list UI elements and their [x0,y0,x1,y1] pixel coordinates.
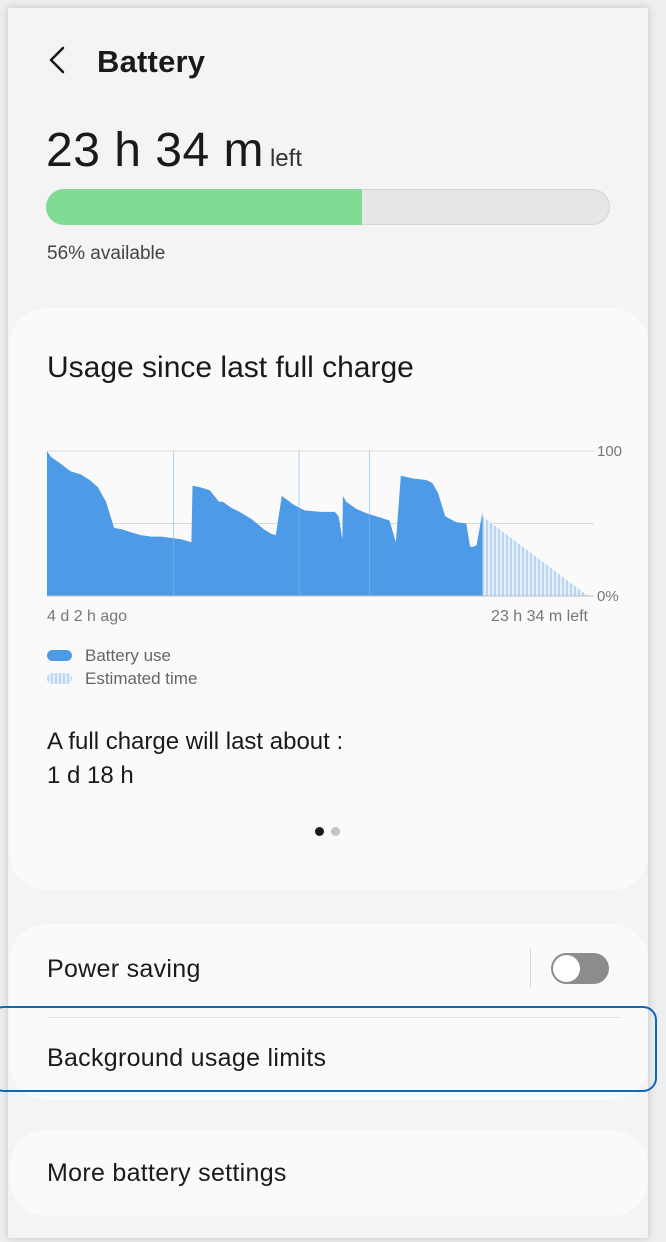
legend-label-estimated-time: Estimated time [85,668,198,688]
full-charge-value: 1 d 18 h [47,762,134,789]
chevron-left-icon[interactable] [44,45,70,75]
more-battery-settings-card[interactable]: More battery settings [10,1130,648,1216]
background-usage-limits-item[interactable]: Background usage limits [47,1044,326,1073]
page-indicator [315,827,340,836]
x-start-label: 4 d 2 h ago [47,608,127,625]
y-tick-label-bottom: 0% [597,588,619,605]
time-remaining-value: 23 h 34 m [46,124,264,177]
y-tick-label-top: 100 [597,443,622,460]
power-saving-toggle[interactable] [551,953,609,984]
page-title: Battery [97,44,206,79]
legend-item-battery-use: Battery use [47,644,197,667]
x-end-label: 23 h 34 m left [491,608,589,625]
full-charge-label: A full charge will last about : [47,728,344,755]
battery-screen: Battery 23 h 34 m left 56% available Usag… [8,8,648,1238]
list-divider [47,1017,621,1018]
page-dot [331,827,340,836]
toggle-knob [553,955,580,982]
legend-label-battery-use: Battery use [85,645,171,665]
row-divider [530,949,531,987]
legend-swatch-battery-use [47,650,72,661]
power-saving-label[interactable]: Power saving [47,955,201,984]
battery-level-fill [46,189,362,225]
estimated-time-area [482,516,588,596]
time-remaining: 23 h 34 m left [46,123,302,178]
chart-legend: Battery use Estimated time [47,644,197,690]
page-dot-active [315,827,324,836]
usage-card[interactable]: Usage since last full charge 100 0% 4 d 2 … [10,308,648,890]
more-battery-settings-item[interactable]: More battery settings [47,1159,287,1188]
time-remaining-suffix: left [269,145,302,172]
battery-usage-chart: 100 0% 4 d 2 h ago 23 h 34 m left [47,443,622,625]
battery-available-text: 56% available [47,243,166,264]
legend-item-estimated-time: Estimated time [47,667,197,690]
legend-swatch-estimated-time [47,673,72,684]
settings-card: Power saving Background usage limits [10,924,648,1100]
battery-level-bar [46,189,610,225]
app-bar: Battery [8,8,648,108]
